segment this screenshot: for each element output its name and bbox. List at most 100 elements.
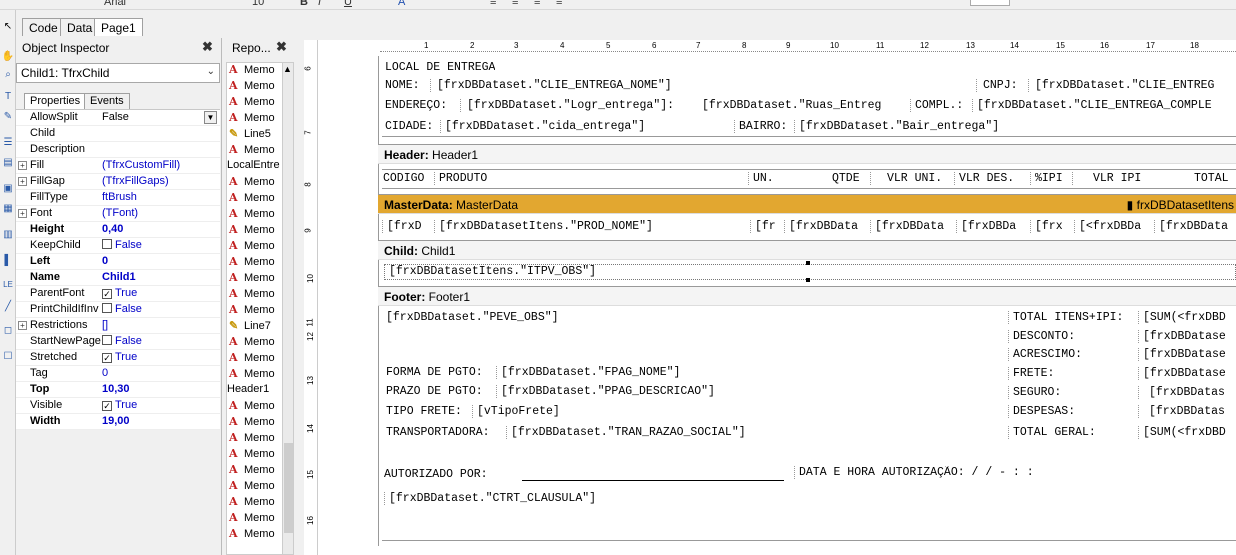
shape-tool-icon[interactable]: ◻ [1,324,15,338]
checkbox-unchecked[interactable] [102,335,112,345]
scroll-up-icon[interactable]: ▲ [283,64,292,74]
tree-item[interactable]: A Memo [229,223,275,239]
endereco-label[interactable]: ENDEREÇO: [385,99,447,112]
cnpj-label[interactable]: CNPJ: [976,79,1018,92]
tree-item[interactable]: A Memo [229,191,275,207]
tab-properties[interactable]: Properties [24,93,87,109]
close-icon[interactable]: ✖ [276,39,287,55]
selection-handle[interactable] [806,261,810,265]
dataset-label[interactable]: ▮ frxDBDatasetItens [1127,198,1234,212]
tree-item[interactable]: A Memo [229,287,275,303]
property-row[interactable]: Name Child1 [16,270,220,286]
tipo-frete-label[interactable]: TIPO FRETE: [386,405,462,418]
property-row[interactable]: Visible ✓ True [16,398,220,414]
total-label[interactable]: FRETE: [1008,367,1136,380]
property-row[interactable]: Tag 0 [16,366,220,382]
master-cell[interactable]: [frxD [382,220,432,233]
tipo-frete-memo[interactable]: [vTipoFrete] [472,405,560,418]
tree-item[interactable]: A Memo [229,175,275,191]
master-cell[interactable]: [fr [750,220,782,233]
footer-band-title[interactable]: Footer: Footer1 [378,286,1236,306]
tab-code[interactable]: Code [22,18,65,36]
font-color-icon[interactable]: A [398,0,405,8]
tree-item[interactable]: A Memo [229,399,275,415]
expand-icon[interactable]: + [18,177,27,186]
master-cell[interactable]: [frxDBDa [956,220,1026,233]
signature-line[interactable] [522,480,784,481]
tree-item[interactable]: A Memo [229,95,275,111]
property-row[interactable]: ParentFont ✓ True [16,286,220,302]
cidade-memo[interactable]: [frxDBDataset."cida_entrega"] [440,120,730,133]
memo-tool-icon[interactable]: ▤ [1,156,15,170]
band-tool-icon[interactable]: ☰ [1,136,15,150]
nome-label[interactable]: NOME: [385,79,420,92]
property-row[interactable]: Width 19,00 [16,414,220,430]
checkbox-tool-icon[interactable]: ☐ [1,350,15,364]
underline-icon[interactable]: U [344,0,352,8]
tree-item[interactable]: LocalEntre [227,159,280,175]
property-row[interactable]: Left 0 [16,254,220,270]
tree-item[interactable]: A Memo [229,367,275,383]
total-value[interactable]: [frxDBDatas [1138,386,1236,399]
property-row[interactable]: Top 10,30 [16,382,220,398]
property-row[interactable]: + Fill (TfrxCustomFill) [16,158,220,174]
close-icon[interactable]: ✖ [202,39,213,55]
master-cell[interactable]: [frx [1030,220,1072,233]
forma-pgto-label[interactable]: FORMA DE PGTO: [386,366,483,379]
picture-tool-icon[interactable]: ▣ [1,182,15,196]
tree-item[interactable]: A Memo [229,111,275,127]
bairro-label[interactable]: BAIRRO: [734,120,787,133]
expand-icon[interactable]: + [18,321,27,330]
col-codigo[interactable]: CÓDIGO [383,172,424,185]
font-size-combo[interactable]: 10 [252,0,264,8]
tree-item[interactable]: A Memo [229,431,275,447]
align-justify-icon[interactable]: ≡ [556,0,562,8]
col-vlr-ipi[interactable]: VLR IPI [1072,172,1141,185]
property-row[interactable]: + Restrictions[] [16,318,220,334]
tree-item[interactable]: A Memo [229,479,275,495]
transportadora-label[interactable]: TRANSPORTADORA: [386,426,490,439]
total-label[interactable]: ACRESCIMO: [1008,348,1136,361]
object-selector[interactable]: Child1: TfrxChild ⌄ [16,63,220,83]
property-row[interactable]: Stretched ✓ True [16,350,220,366]
tree-scrollbar[interactable]: ▲ [282,63,293,554]
clausula-memo[interactable]: [frxDBDataset."CTRT_CLAUSULA"] [384,492,596,505]
tree-item[interactable]: A Memo [229,415,275,431]
masterdata-band-title[interactable]: MasterData: MasterData ▮ frxDBDatasetIte… [378,194,1236,214]
property-row[interactable]: StartNewPage False [16,334,220,350]
col-vlr-uni[interactable]: VLR UNI. [870,172,942,185]
tree-item[interactable]: A Memo [229,447,275,463]
property-row[interactable]: KeepChild False [16,238,220,254]
peve-obs-memo[interactable]: [frxDBDataset."PEVE_OBS"] [386,311,559,324]
local-entrega-title[interactable]: LOCAL DE ENTREGA [385,61,495,74]
tree-item[interactable]: A Memo [229,351,275,367]
property-row[interactable]: PrintChildIfInv False [16,302,220,318]
subreport-tool-icon[interactable]: ▦ [1,202,15,216]
checkbox-checked[interactable]: ✓ [102,401,112,411]
master-cell[interactable]: [frxDBDatasetItens."PROD_NOME"] [434,220,746,233]
property-row[interactable]: Child [16,126,220,142]
align-left-icon[interactable]: ≡ [490,0,496,8]
property-row[interactable]: Height 0,40 [16,222,220,238]
total-value[interactable]: [frxDBDatase [1138,367,1236,380]
align-center-icon[interactable]: ≡ [512,0,518,8]
col-produto[interactable]: PRODUTO [434,172,487,185]
autorizado-por-label[interactable]: AUTORIZADO POR: [384,468,488,481]
tree-item[interactable]: A Memo [229,143,275,159]
bairro-memo[interactable]: [frxDBDataset."Bair_entrega"] [794,120,1078,133]
nome-memo[interactable]: [frxDBDataset."CLIE_ENTREGA_NOME"] [430,79,960,92]
dropdown-icon[interactable]: ▼ [204,111,217,124]
ole-tool-icon[interactable]: LE [1,278,15,292]
total-label[interactable]: TOTAL ITENS+IPI: [1008,311,1136,324]
font-name-combo[interactable]: Arial [104,0,126,8]
tree-item[interactable]: A Memo [229,255,275,271]
property-row[interactable]: + FillGap (TfrxFillGaps) [16,174,220,190]
logradouro-memo[interactable]: [frxDBDataset."Logr_entrega"]: [460,99,698,112]
col-vlr-des[interactable]: VLR DES. [954,172,1014,185]
format-tool-icon[interactable]: ✎ [1,110,15,124]
compl-label[interactable]: COMPL.: [910,99,963,112]
tree-item[interactable]: A Memo [229,463,275,479]
child-obs-memo[interactable]: [frxDBDatasetItens."ITPV_OBS"] [384,264,1236,280]
selection-handle[interactable] [806,278,810,282]
tab-page1[interactable]: Page1 [94,18,143,36]
